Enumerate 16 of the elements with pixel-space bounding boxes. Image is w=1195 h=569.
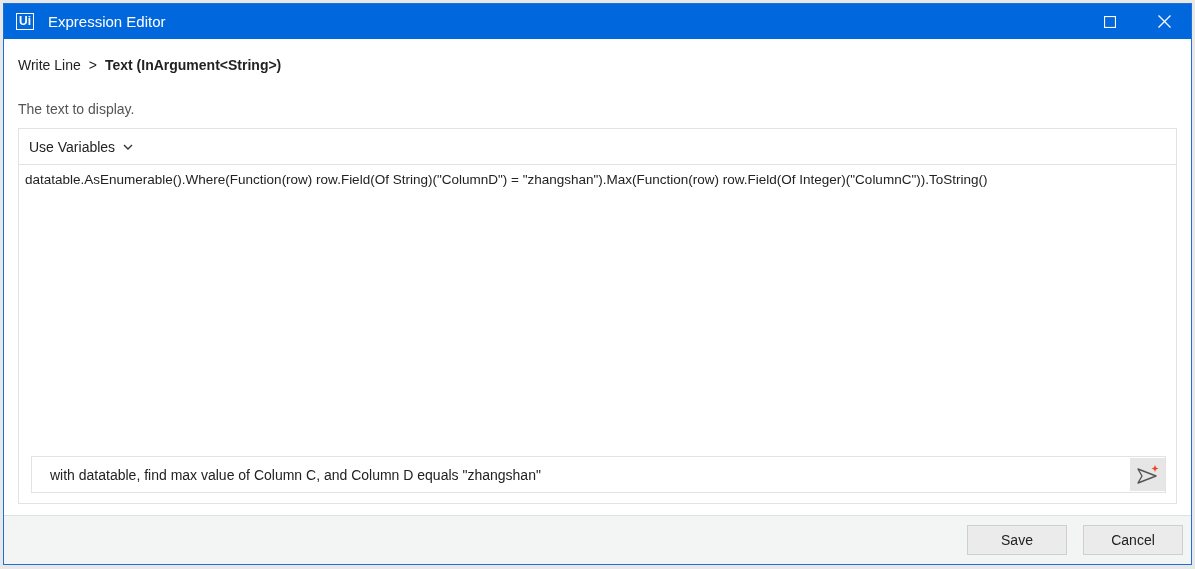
app-logo: Ui <box>16 13 34 30</box>
maximize-icon <box>1104 15 1116 28</box>
code-text[interactable]: datatable.AsEnumerable().Where(Function(row) row.Field(Of String)("ColumnD") = "zhangshan").Max(Function(row) row.Field(Of Integer)("ColumnC")).ToString() <box>19 165 1176 194</box>
save-button[interactable]: Save <box>967 525 1067 555</box>
send-sparkle-icon <box>1135 464 1160 485</box>
use-variables-dropdown[interactable]: Use Variables <box>27 136 136 157</box>
description-text: The text to display. <box>18 101 136 117</box>
prompt-field[interactable]: with datatable, find max value of Column C, and Column D equals "zhangshan" <box>31 456 1166 493</box>
close-icon <box>1157 15 1171 28</box>
breadcrumb-separator: > <box>88 57 97 73</box>
window-title: Expression Editor <box>48 13 166 30</box>
breadcrumb-current: Text (InArgument<String>) <box>104 57 282 73</box>
breadcrumb-parent[interactable]: Write Line <box>18 57 81 73</box>
send-button[interactable] <box>1130 458 1165 491</box>
chevron-down-icon <box>123 143 134 150</box>
cancel-button[interactable]: Cancel <box>1083 525 1183 555</box>
